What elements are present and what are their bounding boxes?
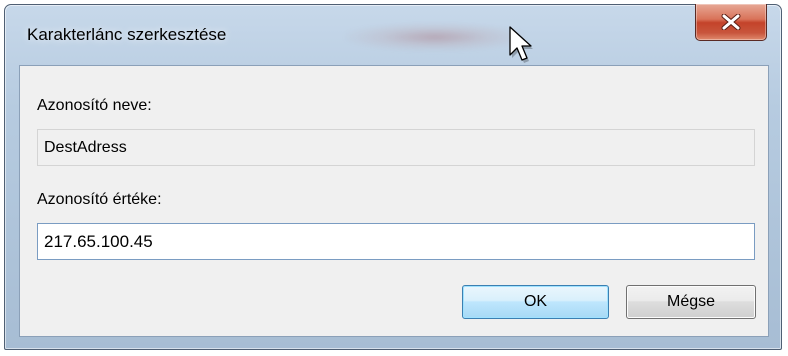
edit-string-dialog: Karakterlánc szerkesztése Azonosító neve…: [4, 4, 782, 350]
mouse-pointer-icon: [508, 25, 534, 65]
dialog-title: Karakterlánc szerkesztése: [27, 25, 227, 44]
ok-button[interactable]: OK: [462, 285, 609, 319]
title-bar[interactable]: Karakterlánc szerkesztése: [5, 5, 781, 59]
identifier-value-label: Azonosító értéke:: [37, 191, 162, 208]
identifier-value-input[interactable]: [37, 223, 755, 260]
cancel-button[interactable]: Mégse: [626, 285, 756, 319]
identifier-name-field: DestAdress: [37, 129, 755, 166]
identifier-name-label: Azonosító neve:: [37, 97, 152, 114]
background-glass-reflection: [345, 23, 525, 51]
close-icon: [721, 14, 741, 30]
dialog-body: Azonosító neve: DestAdress Azonosító ért…: [19, 65, 769, 337]
close-button[interactable]: [695, 4, 767, 41]
